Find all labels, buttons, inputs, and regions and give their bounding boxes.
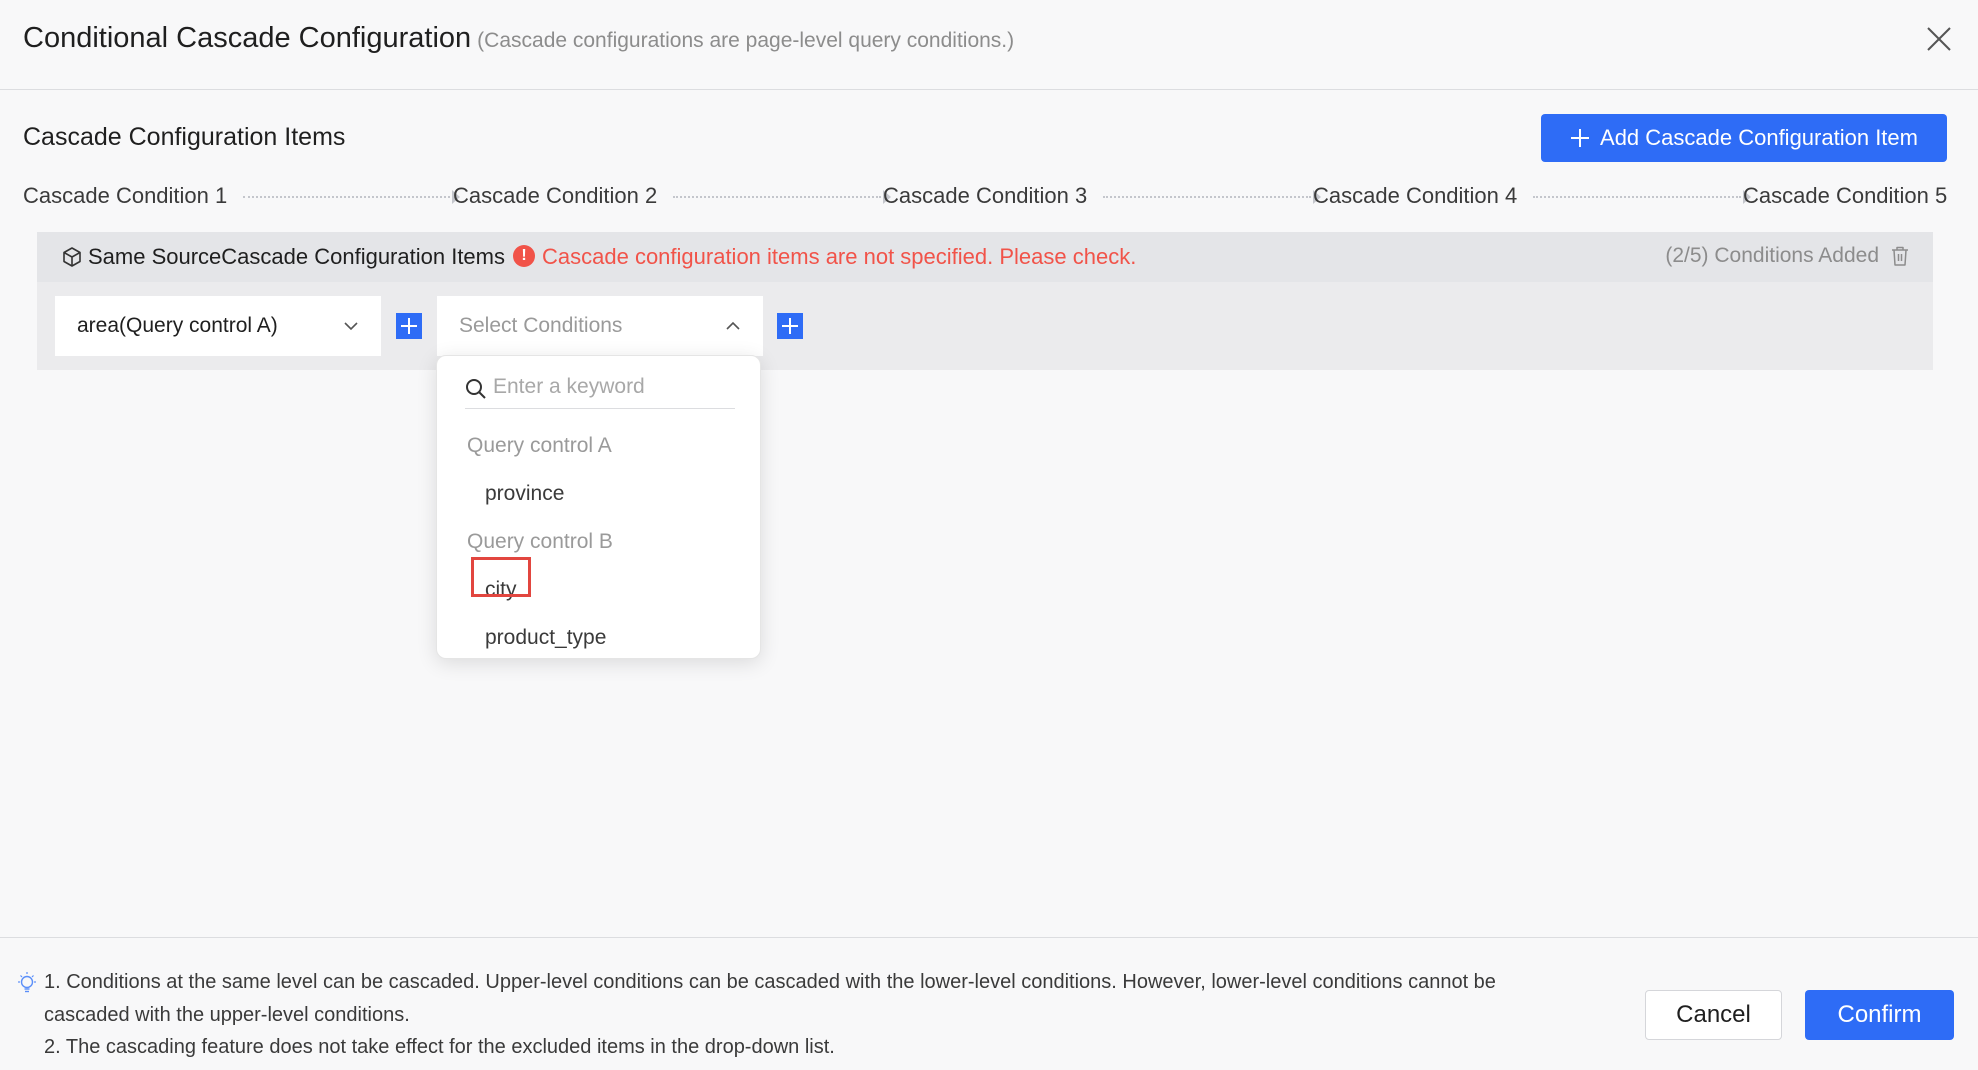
dialog-title-wrap: Conditional Cascade Configuration (Cascad… [23, 22, 1014, 55]
conditions-dropdown: Query control A province Query control B… [436, 355, 761, 659]
condition-select-2[interactable]: Select Conditions [437, 296, 763, 356]
section-title: Cascade Configuration Items [23, 123, 346, 151]
plus-icon [1571, 129, 1590, 147]
step-3: Cascade Condition 3 [883, 183, 1088, 208]
add-condition-button[interactable] [777, 313, 803, 339]
chevron-up-icon [726, 321, 740, 330]
conditions-count: (2/5) Conditions Added [1665, 244, 1879, 267]
add-cascade-item-label: Add Cascade Configuration Item [1600, 125, 1918, 150]
cube-icon [63, 247, 81, 267]
add-condition-button[interactable] [396, 313, 422, 339]
dropdown-search [465, 368, 735, 409]
error-message: Cascade configuration items are not spec… [542, 244, 1137, 269]
note-line-1: 1. Conditions at the same level can be c… [44, 971, 1496, 993]
dialog-title: Conditional Cascade Configuration [23, 22, 472, 54]
lightbulb-icon [18, 972, 36, 993]
config-item-title: Same SourceCascade Configuration Items [88, 244, 505, 269]
error-icon: ! [513, 245, 535, 267]
note-line-2: cascaded with the upper-level conditions… [44, 1004, 410, 1026]
step-4: Cascade Condition 4 [1313, 183, 1518, 208]
condition-select-1[interactable]: area(Query control A) [55, 296, 381, 356]
close-icon[interactable] [1926, 26, 1952, 52]
dropdown-search-input[interactable] [493, 372, 733, 402]
condition-select-1-value: area(Query control A) [77, 314, 278, 337]
option-province[interactable]: province [485, 482, 564, 506]
group-query-control-a: Query control A [467, 434, 612, 457]
condition-select-2-placeholder: Select Conditions [459, 314, 623, 337]
step-arrow-icon [673, 190, 891, 204]
trash-icon[interactable] [1890, 245, 1910, 267]
step-1: Cascade Condition 1 [23, 183, 228, 208]
chevron-down-icon [344, 322, 358, 331]
step-5: Cascade Condition 5 [1743, 183, 1948, 208]
cancel-button[interactable]: Cancel [1645, 990, 1782, 1040]
add-cascade-item-button[interactable]: Add Cascade Configuration Item [1541, 114, 1947, 162]
group-query-control-b: Query control B [467, 530, 613, 553]
note-line-3: 2. The cascading feature does not take e… [44, 1036, 835, 1058]
cascade-config-header: Same SourceCascade Configuration Items !… [37, 232, 1933, 282]
step-arrow-icon [243, 190, 460, 204]
cascade-steps: Cascade Condition 1 Cascade Condition 2 … [23, 183, 1947, 213]
step-arrow-icon [1533, 190, 1751, 204]
dialog-header: Conditional Cascade Configuration (Cascad… [0, 0, 1978, 90]
confirm-button[interactable]: Confirm [1805, 990, 1954, 1040]
step-arrow-icon [1103, 190, 1321, 204]
step-2: Cascade Condition 2 [453, 183, 658, 208]
dialog-subtitle: (Cascade configurations are page-level q… [477, 29, 1015, 52]
highlight-box [471, 557, 531, 597]
dialog-footer: 1. Conditions at the same level can be c… [0, 937, 1978, 1070]
option-product-type[interactable]: product_type [485, 626, 606, 650]
search-icon [466, 379, 486, 399]
